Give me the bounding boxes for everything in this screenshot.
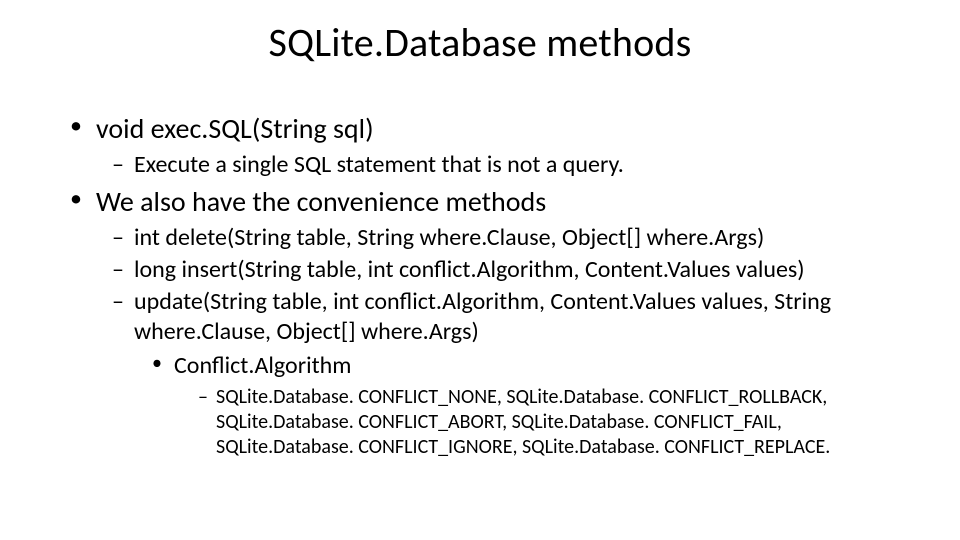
bullet-list-level2: int delete(String table, String where.Cl…	[96, 223, 910, 460]
bullet-item: void exec.SQL(String sql) Execute a sing…	[70, 111, 910, 180]
bullet-text: update(String table, int conflict.Algori…	[134, 287, 831, 346]
bullet-item: Conflict.Algorithm SQLite.Database. CONF…	[152, 351, 910, 460]
bullet-list-level3: Conflict.Algorithm SQLite.Database. CONF…	[134, 351, 910, 460]
bullet-item: update(String table, int conflict.Algori…	[112, 287, 910, 460]
slide-title: SQLite.Database methods	[50, 18, 910, 67]
bullet-text: int delete(String table, String where.Cl…	[134, 223, 764, 252]
bullet-text: void exec.SQL(String sql)	[96, 111, 374, 146]
bullet-item: We also have the convenience methods int…	[70, 184, 910, 460]
bullet-item: SQLite.Database. CONFLICT_NONE, SQLite.D…	[198, 385, 910, 460]
bullet-list-level4: SQLite.Database. CONFLICT_NONE, SQLite.D…	[174, 385, 910, 460]
bullet-text: Conflict.Algorithm	[174, 351, 351, 380]
bullet-text: Execute a single SQL statement that is n…	[134, 150, 624, 179]
bullet-item: Execute a single SQL statement that is n…	[112, 150, 910, 180]
bullet-item: int delete(String table, String where.Cl…	[112, 223, 910, 253]
bullet-text: SQLite.Database. CONFLICT_NONE, SQLite.D…	[216, 385, 830, 459]
bullet-text: long insert(String table, int conflict.A…	[134, 255, 805, 284]
bullet-text: We also have the convenience methods	[96, 184, 546, 219]
bullet-list-level2: Execute a single SQL statement that is n…	[96, 150, 910, 180]
bullet-item: long insert(String table, int conflict.A…	[112, 255, 910, 285]
bullet-list-level1: void exec.SQL(String sql) Execute a sing…	[50, 111, 910, 460]
